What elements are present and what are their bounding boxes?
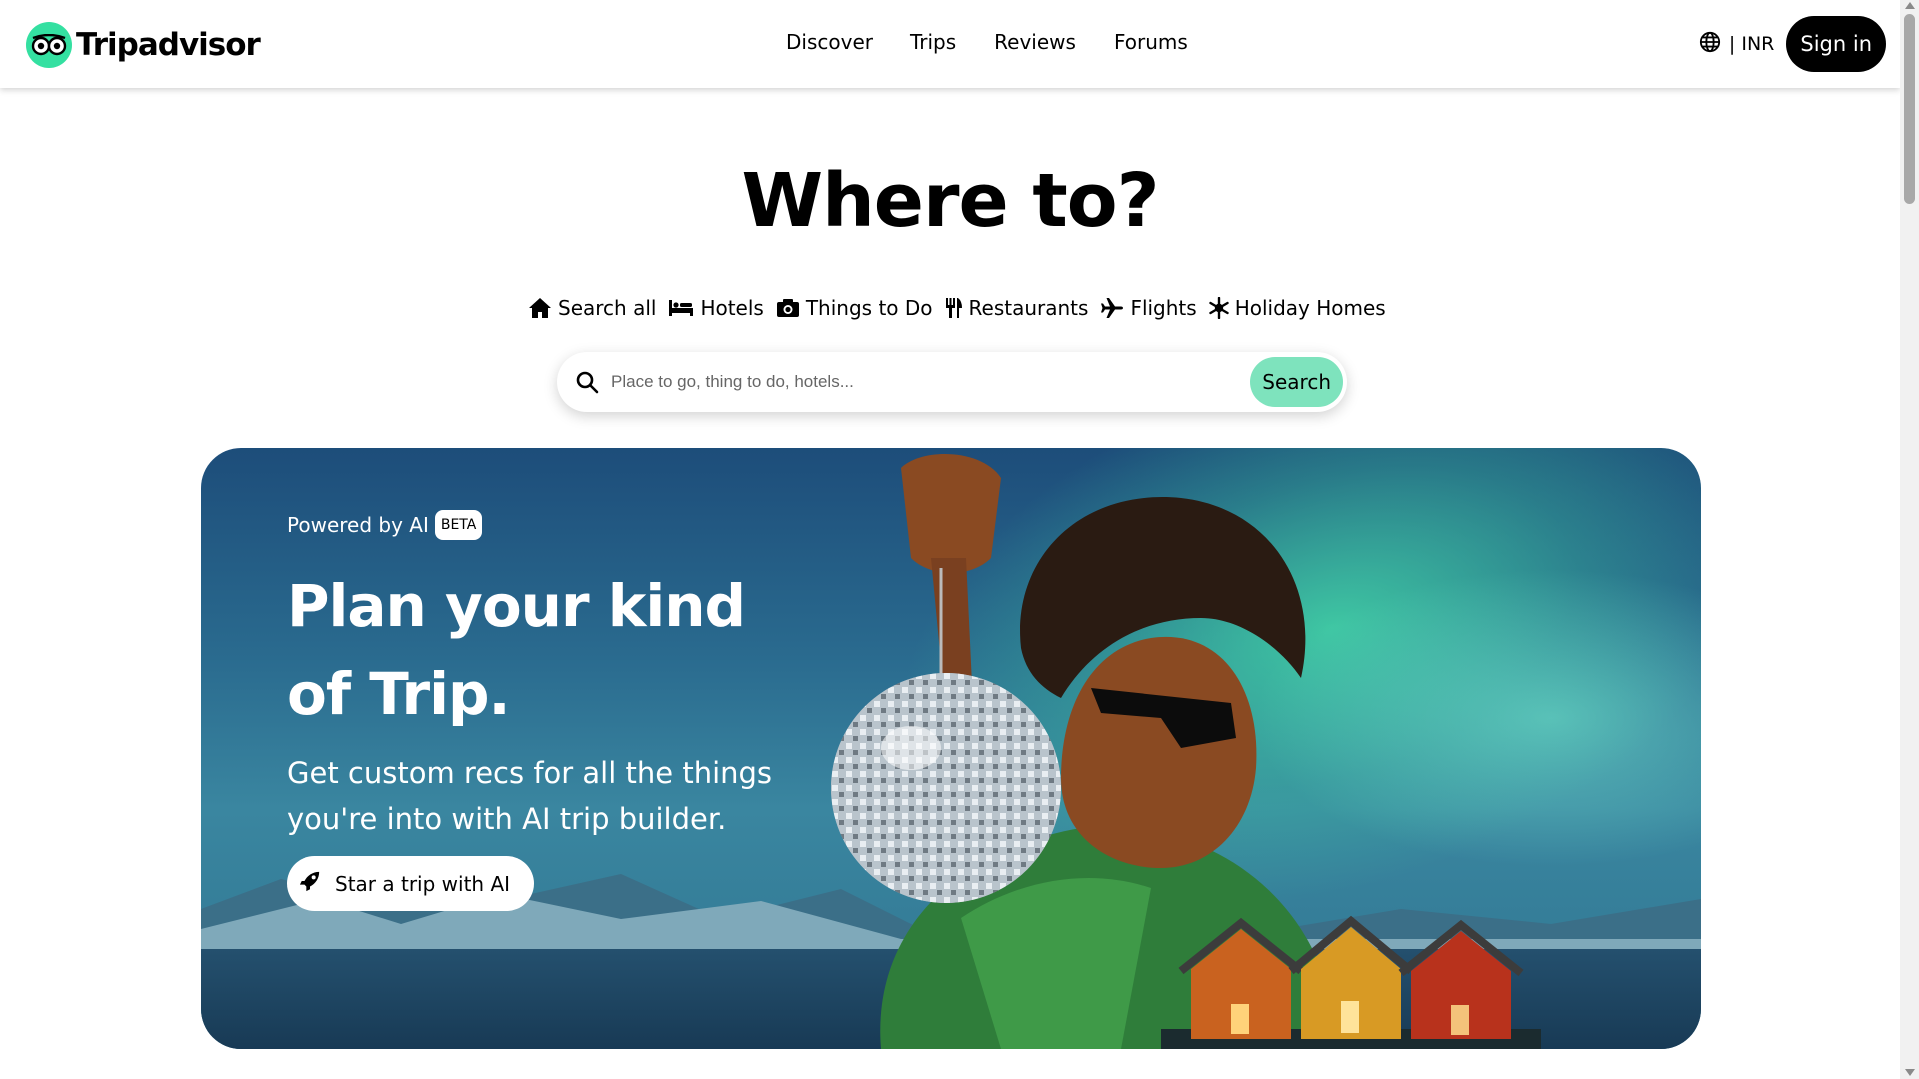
top-navigation-bar: Tripadvisor Discover Trips Reviews Forum…: [0, 0, 1900, 88]
search-category-tabs: Search all Hotels Things to Do Restauran…: [528, 296, 1386, 320]
logo-text: Tripadvisor: [76, 27, 261, 63]
search-input[interactable]: [611, 372, 1251, 392]
main-nav: Discover Trips Reviews Forums: [786, 30, 1188, 54]
page-scrollbar[interactable]: [1900, 0, 1919, 1079]
snowflake-icon: [1208, 297, 1229, 319]
search-bar: Search: [557, 352, 1347, 412]
banner-subtext: Get custom recs for all the things you'r…: [287, 756, 773, 836]
owl-eyes-icon: [26, 22, 72, 68]
tab-things-to-do[interactable]: Things to Do: [776, 296, 933, 320]
scrollbar-thumb[interactable]: [1904, 14, 1915, 204]
sign-in-button[interactable]: Sign in: [1786, 16, 1886, 72]
page-title: Where to?: [741, 158, 1159, 244]
scroll-down-arrow-icon[interactable]: [1905, 1069, 1915, 1076]
header-actions: | INR Sign in: [1699, 16, 1886, 72]
search-icon: [575, 370, 599, 394]
powered-by-label: Powered by AI: [287, 513, 429, 537]
tab-label: Search all: [558, 296, 657, 320]
tab-label: Flights: [1130, 296, 1197, 320]
nav-forums[interactable]: Forums: [1114, 30, 1188, 54]
tab-hotels[interactable]: Hotels: [668, 296, 764, 320]
beta-badge: BETA: [434, 510, 483, 540]
tab-search-all[interactable]: Search all: [528, 296, 656, 320]
fork-knife-icon: [945, 297, 963, 319]
home-icon: [528, 297, 552, 319]
banner-content: Powered by AI BETA Plan your kind of Tri…: [287, 510, 807, 911]
red-houses-image: [1161, 915, 1541, 1049]
ai-trip-builder-banner[interactable]: Powered by AI BETA Plan your kind of Tri…: [201, 448, 1701, 1049]
bed-icon: [668, 298, 694, 318]
nav-trips[interactable]: Trips: [910, 30, 956, 54]
tab-flights[interactable]: Flights: [1100, 296, 1197, 320]
camera-icon: [776, 298, 800, 318]
plane-icon: [1100, 297, 1124, 319]
scroll-up-arrow-icon[interactable]: [1905, 2, 1915, 9]
rocket-icon: [299, 870, 321, 897]
start-trip-label: Star a trip with AI: [335, 871, 511, 896]
start-trip-with-ai-button[interactable]: Star a trip with AI: [287, 856, 535, 911]
language-currency-selector[interactable]: | INR: [1699, 31, 1774, 58]
tab-label: Things to Do: [805, 296, 933, 320]
tripadvisor-logo[interactable]: Tripadvisor: [26, 22, 261, 68]
tab-restaurants[interactable]: Restaurants: [945, 296, 1089, 320]
globe-icon: [1699, 31, 1721, 58]
nav-discover[interactable]: Discover: [786, 30, 873, 54]
tab-holiday-homes[interactable]: Holiday Homes: [1208, 296, 1386, 320]
nav-reviews[interactable]: Reviews: [994, 30, 1076, 54]
tab-label: Restaurants: [968, 296, 1089, 320]
currency-label: | INR: [1728, 33, 1775, 55]
search-button[interactable]: Search: [1250, 357, 1343, 407]
tab-label: Hotels: [700, 296, 764, 320]
banner-headline: Plan your kind of Trip.: [287, 572, 746, 728]
powered-by-ai: Powered by AI BETA: [287, 510, 807, 540]
tab-label: Holiday Homes: [1234, 296, 1386, 320]
